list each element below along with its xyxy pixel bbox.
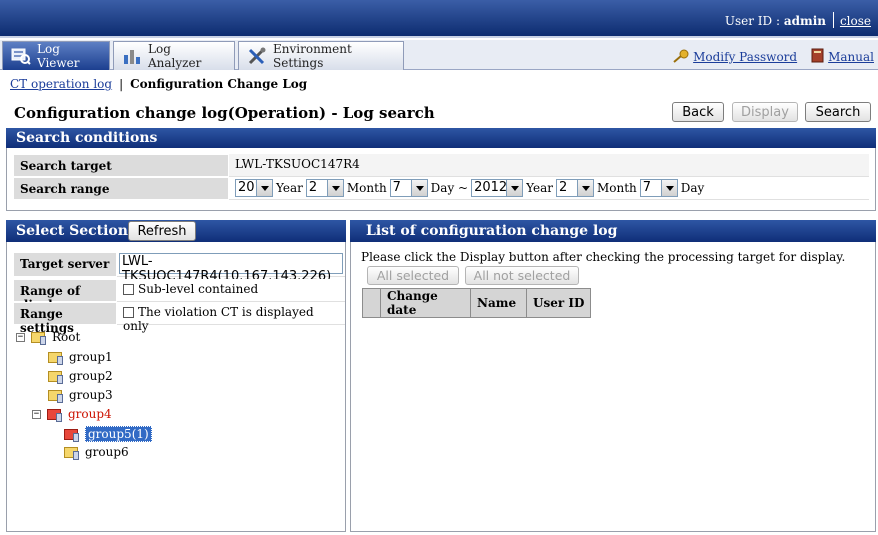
search-range-value: 2012 Year 2 Month 7 Day ~2012 Year 2 Month 7 Day xyxy=(229,177,869,200)
server-icon xyxy=(57,355,63,365)
search-target-label: Search target xyxy=(13,154,229,177)
manual-label: Manual xyxy=(828,50,874,64)
tab-label: Log Analyzer xyxy=(148,42,202,70)
tab-label: Log Viewer xyxy=(37,42,80,70)
column-header-name[interactable]: Name xyxy=(470,288,527,318)
top-bar: User ID : admin close xyxy=(0,0,878,38)
top-separator xyxy=(833,12,834,28)
log-list-panel: Please click the Display button after ch… xyxy=(350,242,876,532)
server-icon xyxy=(40,335,46,345)
tree-node-group5[interactable]: group5(1) xyxy=(64,426,152,442)
to-day-select[interactable]: 7 xyxy=(639,179,678,197)
server-icon xyxy=(57,393,63,403)
chevron-down-icon xyxy=(256,180,272,196)
search-range-label: Search range xyxy=(13,177,229,200)
book-icon xyxy=(811,48,824,66)
select-column-header xyxy=(362,288,381,318)
to-month-select[interactable]: 2 xyxy=(555,179,594,197)
tree-node-group4[interactable]: − group4 xyxy=(32,407,112,422)
table-header-row: Change date Name User ID xyxy=(362,288,591,318)
sub-level-label: Sub-level contained xyxy=(138,282,259,296)
range-settings-label: Range settings xyxy=(13,302,117,335)
range-of-display-label: Range of display xyxy=(13,279,117,312)
server-icon xyxy=(73,432,79,442)
tree-node-group6[interactable]: group6 xyxy=(64,445,129,460)
chevron-down-icon xyxy=(326,180,343,196)
select-section-title: Select Section xyxy=(16,223,128,239)
log-table: Change date Name User ID xyxy=(362,288,591,318)
user-id-display: User ID : admin xyxy=(725,14,826,28)
search-range-row: Search range 2012 Year 2 Month 7 Day ~2012 Yea… xyxy=(13,177,869,200)
from-year-select[interactable]: 2012 xyxy=(235,179,273,197)
modify-password-link[interactable]: Modify Password xyxy=(673,48,797,66)
chevron-down-icon xyxy=(410,180,427,196)
sub-level-checkbox[interactable] xyxy=(123,284,134,295)
all-selected-button[interactable]: All selected xyxy=(367,266,459,285)
log-list-instruction: Please click the Display button after ch… xyxy=(361,250,846,264)
user-id-label: User ID : xyxy=(724,14,784,28)
chevron-down-icon xyxy=(576,180,593,196)
target-server-select[interactable]: LWL-TKSUOC147R4(10.167.143.226) xyxy=(119,253,343,284)
search-conditions-header: Search conditions xyxy=(6,128,876,148)
breadcrumb-ct-operation-log[interactable]: CT operation log xyxy=(10,77,112,91)
column-header-user-id[interactable]: User ID xyxy=(526,288,591,318)
breadcrumb-current: Configuration Change Log xyxy=(130,77,308,91)
from-month-select[interactable]: 2 xyxy=(305,179,344,197)
target-server-label: Target server xyxy=(13,252,117,277)
manual-link[interactable]: Manual xyxy=(811,48,874,66)
tab-environment-settings[interactable]: Environment Settings xyxy=(238,41,404,70)
search-button[interactable]: Search xyxy=(805,102,871,122)
tree-node-group3[interactable]: group3 xyxy=(48,388,113,403)
from-day-select[interactable]: 7 xyxy=(389,179,428,197)
back-button[interactable]: Back xyxy=(672,102,724,122)
tree-node-group1[interactable]: group1 xyxy=(48,350,113,365)
server-icon xyxy=(56,412,62,422)
search-target-value: LWL-TKSUOC147R4 xyxy=(229,154,869,177)
all-not-selected-button[interactable]: All not selected xyxy=(465,266,579,285)
select-section-panel: Target server LWL-TKSUOC147R4(10.167.143… xyxy=(6,242,346,532)
key-icon xyxy=(673,49,689,66)
server-icon xyxy=(57,374,63,384)
breadcrumb: CT operation log | Configuration Change Lo… xyxy=(10,77,308,91)
tree-node-root[interactable]: − Root xyxy=(16,330,80,345)
column-header-change-date[interactable]: Change date xyxy=(380,288,471,318)
display-button[interactable]: Display xyxy=(732,102,798,122)
tab-log-analyzer[interactable]: Log Analyzer xyxy=(113,41,235,70)
collapse-icon[interactable]: − xyxy=(16,332,25,342)
chevron-down-icon xyxy=(660,180,677,196)
violation-ct-label: The violation CT is displayed only xyxy=(123,305,314,333)
search-target-row: Search target LWL-TKSUOC147R4 xyxy=(13,154,869,177)
violation-ct-checkbox[interactable] xyxy=(123,307,134,318)
to-year-select[interactable]: 2012 xyxy=(471,179,524,197)
tree-node-group2[interactable]: group2 xyxy=(48,369,113,384)
utility-links: Modify Password Manual xyxy=(673,48,874,66)
close-link[interactable]: close xyxy=(840,14,871,28)
user-name: admin xyxy=(783,14,826,28)
log-list-header: List of configuration change log xyxy=(350,220,876,242)
page-title: Configuration change log(Operation) - Lo… xyxy=(14,104,435,122)
log-viewer-icon xyxy=(11,47,31,65)
modify-password-label: Modify Password xyxy=(693,50,798,64)
refresh-button[interactable]: Refresh xyxy=(128,221,196,241)
bar-chart-icon xyxy=(122,47,142,65)
tab-log-viewer[interactable]: Log Viewer xyxy=(2,41,110,70)
collapse-icon[interactable]: − xyxy=(32,409,41,419)
search-conditions-panel: Search target LWL-TKSUOC147R4 Search ran… xyxy=(6,148,876,211)
tab-label: Environment Settings xyxy=(273,42,352,70)
tools-icon xyxy=(247,47,267,65)
chevron-down-icon xyxy=(506,180,523,196)
server-icon xyxy=(73,450,79,460)
